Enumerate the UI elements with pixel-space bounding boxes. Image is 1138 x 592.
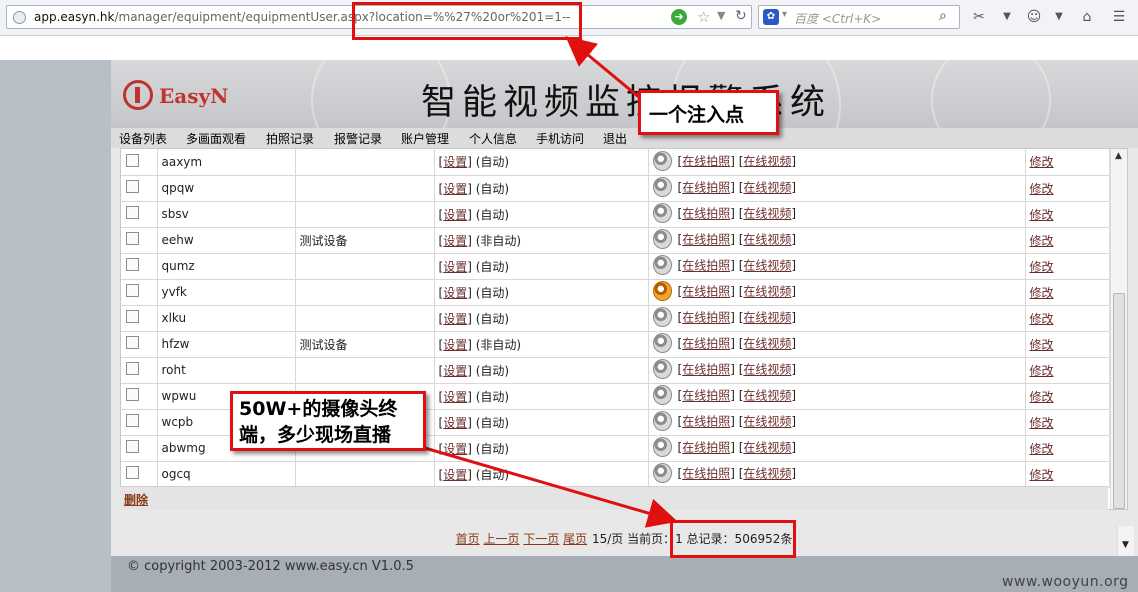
url-highlight-box	[352, 2, 582, 40]
injection-callout: 一个注入点	[638, 90, 779, 135]
cameras-callout-line2: 端，多少现场直播	[239, 424, 392, 446]
records-arrow	[417, 444, 678, 528]
injection-arrow	[565, 36, 641, 100]
annotation-arrows	[417, 36, 678, 528]
records-highlight-box	[670, 520, 796, 558]
cameras-callout-line1: 50W+的摄像头终	[239, 398, 398, 420]
cameras-callout: 50W+的摄像头终 端，多少现场直播	[230, 391, 426, 451]
